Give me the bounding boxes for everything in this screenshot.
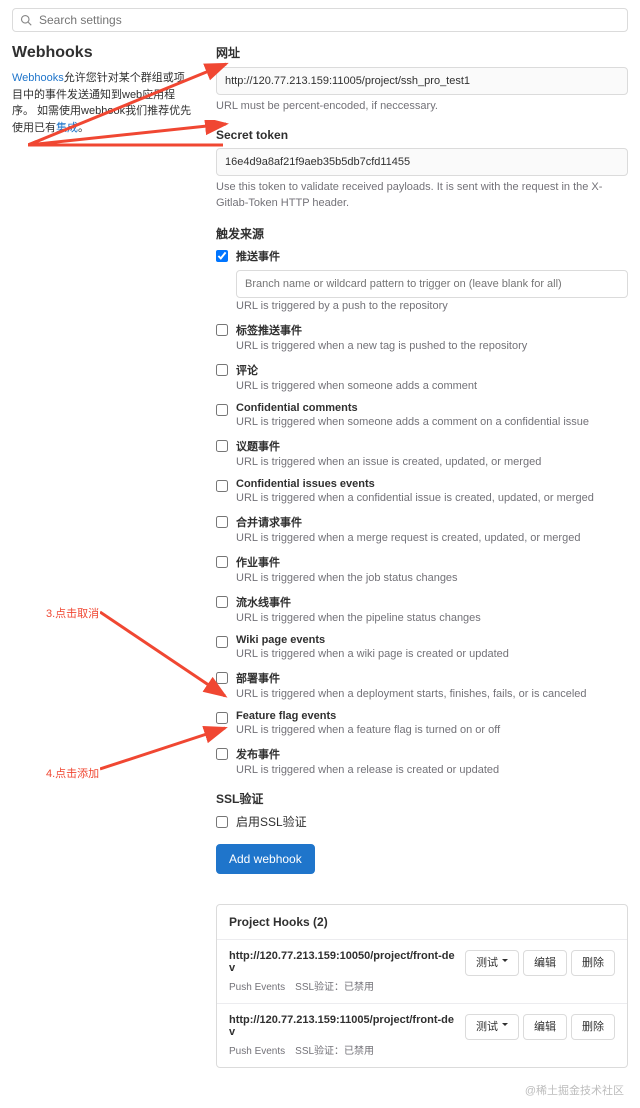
webhooks-description: Webhooks允许您针对某个群组或项目中的事件发送通知到web应用程序。 如需… [12,70,192,136]
trigger-desc: URL is triggered when a release is creat… [236,764,628,776]
trigger-checkbox-7[interactable] [216,556,228,568]
branch-pattern-input[interactable] [236,270,628,298]
trigger-desc: URL is triggered when the pipeline statu… [236,612,628,624]
trigger-title: 发布事件 [236,746,628,762]
watermark: @稀土掘金技术社区 [525,1082,624,1098]
search-settings-input[interactable] [12,8,628,32]
trigger-title: 推送事件 [236,248,628,264]
enable-ssl-label: 启用SSL验证 [236,813,307,830]
enable-ssl-checkbox[interactable] [216,816,228,828]
hook-test-button[interactable]: 测试 [465,1014,519,1040]
trigger-desc: URL is triggered by a push to the reposi… [236,300,628,312]
hook-meta: Push EventsSSL验证：已禁用 [229,1042,457,1057]
project-hooks-header: Project Hooks (2) [217,905,627,940]
hook-delete-button[interactable]: 删除 [571,950,615,976]
trigger-title: 作业事件 [236,554,628,570]
trigger-checkbox-3[interactable] [216,404,228,416]
trigger-checkbox-0[interactable] [216,250,228,262]
hook-test-button[interactable]: 测试 [465,950,519,976]
trigger-checkbox-6[interactable] [216,516,228,528]
hook-delete-button[interactable]: 删除 [571,1014,615,1040]
url-label: 网址 [216,44,628,61]
url-help: URL must be percent-encoded, if neccessa… [216,99,628,114]
trigger-title: Feature flag events [236,710,628,722]
trigger-desc: URL is triggered when a feature flag is … [236,724,628,736]
trigger-desc: URL is triggered when the job status cha… [236,572,628,584]
hook-url: http://120.77.213.159:11005/project/fron… [229,1014,457,1038]
trigger-checkbox-4[interactable] [216,440,228,452]
trigger-checkbox-10[interactable] [216,672,228,684]
trigger-title: 标签推送事件 [236,322,628,338]
hook-meta: Push EventsSSL验证：已禁用 [229,978,457,993]
trigger-title: 评论 [236,362,628,378]
secret-token-label: Secret token [216,128,628,142]
secret-token-input[interactable] [216,148,628,176]
trigger-title: Confidential comments [236,402,628,414]
trigger-title: 部署事件 [236,670,628,686]
trigger-checkbox-11[interactable] [216,712,228,724]
trigger-checkbox-1[interactable] [216,324,228,336]
hook-item: http://120.77.213.159:11005/project/fron… [217,1004,627,1067]
trigger-title: 合并请求事件 [236,514,628,530]
trigger-checkbox-12[interactable] [216,748,228,760]
url-input[interactable] [216,67,628,95]
trigger-desc: URL is triggered when a merge request is… [236,532,628,544]
trigger-checkbox-2[interactable] [216,364,228,376]
trigger-checkbox-8[interactable] [216,596,228,608]
trigger-title: 流水线事件 [236,594,628,610]
trigger-desc: URL is triggered when someone adds a com… [236,380,628,392]
ssl-label: SSL验证 [216,790,628,807]
trigger-desc: URL is triggered when a deployment start… [236,688,628,700]
trigger-title: Confidential issues events [236,478,628,490]
add-webhook-button[interactable]: Add webhook [216,844,315,874]
hook-item: http://120.77.213.159:10050/project/fron… [217,940,627,1004]
trigger-title: 议题事件 [236,438,628,454]
integrations-link[interactable]: 集成 [56,122,78,134]
hook-edit-button[interactable]: 编辑 [523,1014,567,1040]
page-title: Webhooks [12,44,192,62]
triggers-label: 触发来源 [216,225,628,242]
webhooks-link[interactable]: Webhooks [12,72,64,84]
trigger-desc: URL is triggered when a confidential iss… [236,492,628,504]
trigger-desc: URL is triggered when a wiki page is cre… [236,648,628,660]
hook-edit-button[interactable]: 编辑 [523,950,567,976]
secret-token-help: Use this token to validate received payl… [216,180,628,211]
trigger-checkbox-9[interactable] [216,636,228,648]
trigger-desc: URL is triggered when an issue is create… [236,456,628,468]
trigger-checkbox-5[interactable] [216,480,228,492]
trigger-desc: URL is triggered when someone adds a com… [236,416,628,428]
trigger-desc: URL is triggered when a new tag is pushe… [236,340,628,352]
trigger-title: Wiki page events [236,634,628,646]
